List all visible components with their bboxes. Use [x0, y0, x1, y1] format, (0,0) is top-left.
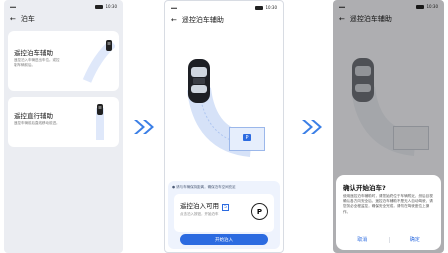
remote-parking-card[interactable]: 遥控泊车辅助 遥控泊入车辆进出车位。或控制车辆前后。 — [8, 31, 119, 91]
back-arrow-icon[interactable]: ← — [10, 15, 16, 23]
straight-illustration-icon — [96, 104, 104, 140]
back-arrow-icon[interactable]: ← — [171, 16, 177, 24]
next-arrow-icon — [134, 120, 154, 134]
status-bar: ▴▴▴ 10:30 — [171, 4, 277, 11]
battery-icon — [95, 5, 104, 9]
park-p-button[interactable]: P — [251, 203, 268, 220]
navbar: ← 遥控泊车辅助 — [171, 14, 277, 26]
available-card: 遥控泊入可用 5 点击泊入按钮，开始泊车 P — [174, 194, 274, 232]
card-desc: 遥控泊入车辆进出车位。或控制车辆前后。 — [14, 58, 60, 67]
parking-illustration-icon — [82, 39, 115, 83]
signal-icon: ▴▴▴ — [171, 5, 178, 10]
card-title: 遥控直行辅助 — [14, 112, 53, 120]
signal-icon: ▴▴▴ — [10, 4, 17, 9]
cancel-button[interactable]: 取消 — [336, 236, 389, 243]
available-badge: 5 — [222, 204, 229, 211]
battery-icon — [255, 6, 264, 10]
safety-hint: ● 请与车辆保持距离，确保泊车空间充足 — [172, 185, 236, 189]
status-time: 10:30 — [105, 4, 117, 9]
navbar: ← 泊车 — [10, 13, 117, 25]
card-title: 遥控泊车辅助 — [14, 49, 53, 57]
remote-parking-screen: ▴▴▴ 10:30 ← 遥控泊车辅助 P ● 请与车辆保持距离，确保泊车空间充足… — [164, 0, 284, 253]
confirm-button[interactable]: 确定 — [389, 236, 442, 243]
status-time: 10:30 — [265, 5, 277, 10]
start-parking-button[interactable]: 开始泊入 — [180, 234, 268, 245]
dialog-title: 确认开始泊车? — [343, 184, 386, 192]
remote-straight-card[interactable]: 遥控直行辅助 遥控车辆前后直线移动前进。 — [8, 97, 119, 147]
bottom-panel: ● 请与车辆保持距离，确保泊车空间充足 遥控泊入可用 5 点击泊入按钮，开始泊车… — [168, 181, 280, 249]
available-title: 遥控泊入可用 — [180, 202, 219, 210]
parking-menu-screen: ▴▴▴ 10:30 ← 泊车 遥控泊车辅助 遥控泊入车辆进出车位。或控制车辆前后… — [4, 0, 123, 253]
confirm-parking-screen: ▴▴▴ 10:30 ← 遥控泊车辅助 确认开始泊车? 使用遥控泊车辅助时，请您始… — [333, 0, 444, 253]
available-subtitle: 点击泊入按钮，开始泊车 — [180, 212, 219, 216]
card-desc: 遥控车辆前后直线移动前进。 — [14, 121, 60, 125]
parking-spot-marker: P — [243, 134, 251, 141]
dialog-body: 使用遥控泊车辅助时，请您始终位于车辆附近，然后目视确认各方向安全后，遥控泊车辅助… — [343, 194, 433, 214]
next-arrow-icon — [302, 120, 322, 134]
page-title: 泊车 — [20, 15, 35, 23]
status-bar: ▴▴▴ 10:30 — [10, 3, 117, 10]
confirm-dialog: 确认开始泊车? 使用遥控泊车辅助时，请您始终位于车辆附近，然后目视确认各方向安全… — [336, 175, 441, 250]
page-title: 遥控泊车辅助 — [181, 16, 224, 24]
